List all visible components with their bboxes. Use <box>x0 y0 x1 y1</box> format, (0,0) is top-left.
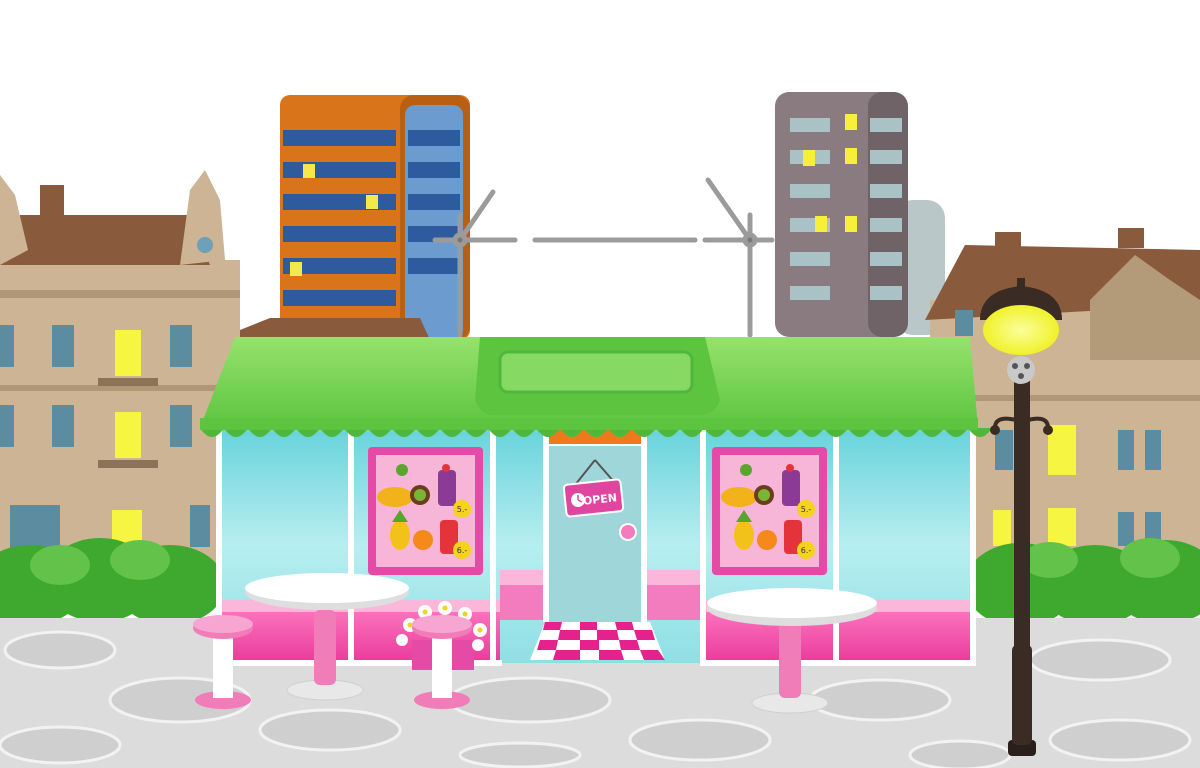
left-townhouse <box>0 170 240 590</box>
fruit-poster-left: 5.- 6.- <box>368 447 483 575</box>
bushes-right <box>965 538 1200 627</box>
bushes-left <box>0 538 225 625</box>
game-scene: OPEN 5.- 6.- 5.- 6.- <box>0 92 1200 768</box>
fruit-poster-right: 5.- 6.- <box>712 447 827 575</box>
poster-price-1: 5.- <box>457 505 468 514</box>
poster-price-3: 5.- <box>801 505 812 514</box>
poster-price-2: 6.- <box>457 546 468 555</box>
grey-office-tower <box>775 92 945 337</box>
crane-icon <box>432 177 775 338</box>
orange-office-tower <box>280 95 470 340</box>
doormat <box>530 622 665 660</box>
poster-price-4: 6.- <box>801 546 812 555</box>
green-awning <box>200 337 992 437</box>
